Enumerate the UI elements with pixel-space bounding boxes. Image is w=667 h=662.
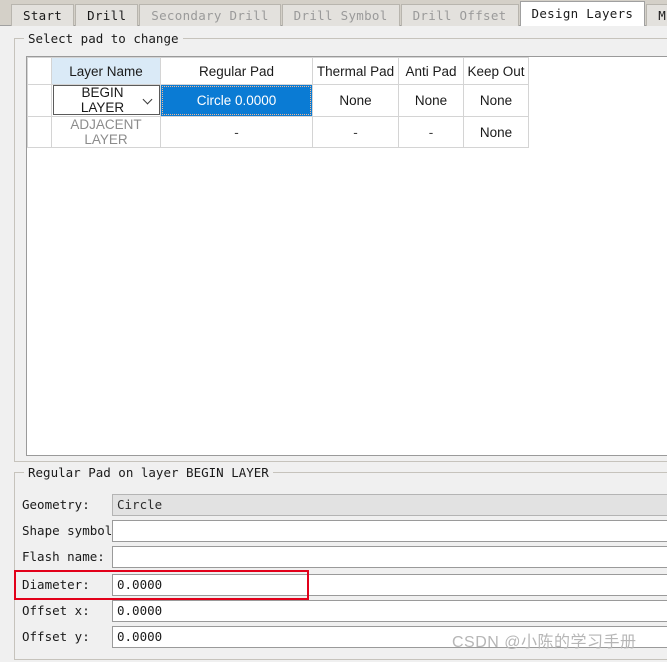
layer-name-cell-adjacent-layer[interactable]: ADJACENT LAYER	[51, 116, 161, 148]
offset-x-label: Offset x:	[22, 603, 90, 618]
keep-out-cell-adjacent-layer[interactable]: None	[463, 116, 529, 148]
form-row-shape-symbol: Shape symbol:	[0, 520, 667, 542]
table-header-regular-pad[interactable]: Regular Pad	[160, 57, 313, 85]
layer-name-cell-begin-layer[interactable]: BEGIN LAYER	[51, 84, 161, 117]
tab-mask-layers[interactable]: Mask Layers	[646, 4, 667, 26]
tab-secondary-drill[interactable]: Secondary Drill	[139, 4, 281, 26]
table-row: ADJACENT LAYER - - - None	[27, 116, 529, 148]
table-header-corner	[27, 57, 52, 85]
table-header-keep-out[interactable]: Keep Out	[463, 57, 529, 85]
row-header-adjacent-layer[interactable]	[27, 116, 52, 148]
diameter-label: Diameter:	[22, 577, 90, 592]
flash-name-label: Flash name:	[22, 549, 105, 564]
tab-drill[interactable]: Drill	[75, 4, 139, 26]
watermark-text: CSDN @小陈的学习手册	[452, 634, 637, 651]
geometry-label: Geometry:	[22, 497, 90, 512]
pad-grid-panel: Layer Name Regular Pad Thermal Pad Anti …	[26, 56, 667, 456]
form-row-flash-name: Flash name:	[0, 546, 667, 568]
row-header-begin-layer[interactable]	[27, 84, 52, 117]
regular-pad-detail-legend: Regular Pad on layer BEGIN LAYER	[24, 465, 273, 480]
table-header-row: Layer Name Regular Pad Thermal Pad Anti …	[27, 57, 529, 85]
regular-pad-cell-begin-layer[interactable]: Circle 0.0000	[160, 84, 313, 117]
form-row-offset-x: Offset x: 0.0000	[0, 600, 667, 622]
regular-pad-selected-value[interactable]: Circle 0.0000	[161, 85, 312, 116]
anti-pad-cell-begin-layer[interactable]: None	[398, 84, 464, 117]
anti-pad-cell-adjacent-layer[interactable]: -	[398, 116, 464, 148]
table-row: BEGIN LAYER Circle 0.0000 None None None	[27, 84, 529, 117]
flash-name-field[interactable]	[112, 546, 667, 568]
chevron-down-icon	[143, 95, 153, 105]
form-row-diameter: Diameter: 0.0000	[0, 574, 667, 596]
offset-y-label: Offset y:	[22, 629, 90, 644]
geometry-field: Circle	[112, 494, 667, 516]
select-pad-groupbox-legend: Select pad to change	[24, 31, 183, 46]
diameter-field[interactable]: 0.0000	[112, 574, 667, 596]
thermal-pad-cell-begin-layer[interactable]: None	[312, 84, 399, 117]
form-row-geometry: Geometry: Circle	[0, 494, 667, 516]
table-header-thermal-pad[interactable]: Thermal Pad	[312, 57, 399, 85]
table-header-anti-pad[interactable]: Anti Pad	[398, 57, 464, 85]
offset-x-field[interactable]: 0.0000	[112, 600, 667, 622]
tab-drill-offset[interactable]: Drill Offset	[400, 4, 519, 26]
thermal-pad-cell-adjacent-layer[interactable]: -	[312, 116, 399, 148]
tab-bar: Start Drill Secondary Drill Drill Symbol…	[0, 0, 667, 26]
shape-symbol-label: Shape symbol:	[22, 523, 120, 538]
layer-name-select[interactable]: BEGIN LAYER	[53, 85, 160, 115]
tab-start[interactable]: Start	[11, 4, 75, 26]
pad-table: Layer Name Regular Pad Thermal Pad Anti …	[27, 57, 529, 148]
layer-name-select-value: BEGIN LAYER	[80, 85, 125, 115]
regular-pad-cell-adjacent-layer[interactable]: -	[160, 116, 313, 148]
table-header-layer-name[interactable]: Layer Name	[51, 57, 161, 85]
shape-symbol-field[interactable]	[112, 520, 667, 542]
tab-drill-symbol[interactable]: Drill Symbol	[281, 4, 400, 26]
tab-design-layers[interactable]: Design Layers	[519, 1, 646, 26]
keep-out-cell-begin-layer[interactable]: None	[463, 84, 529, 117]
